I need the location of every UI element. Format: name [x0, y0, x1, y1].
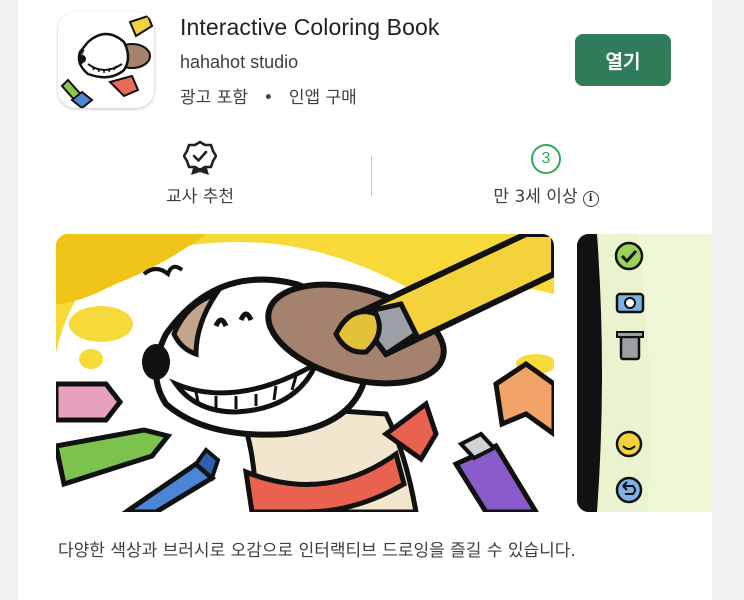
app-description: 다양한 색상과 브러시로 오감으로 인터랙티브 드로잉을 즐길 수 있습니다.	[58, 541, 576, 561]
camera-icon[interactable]	[615, 292, 645, 314]
screenshot-2[interactable]	[577, 234, 712, 512]
app-card: Interactive Coloring Book hahahot studio…	[18, 0, 712, 600]
app-meta: 광고 포함 • 인앱 구매	[180, 83, 357, 108]
check-circle-icon[interactable]	[614, 241, 644, 271]
app-icon[interactable]	[58, 12, 154, 108]
trash-icon[interactable]	[616, 331, 644, 361]
developer-name[interactable]: hahahot studio	[180, 52, 298, 73]
open-button[interactable]: 열기	[575, 34, 671, 86]
meta-separator: •	[263, 88, 274, 108]
app-title: Interactive Coloring Book	[180, 14, 440, 40]
info-divider	[371, 156, 372, 196]
undo-icon[interactable]	[615, 476, 643, 504]
smiley-icon[interactable]	[615, 430, 643, 458]
in-app-purchases-label: 인앱 구매	[288, 88, 357, 108]
coloring-dog-illustration	[56, 234, 554, 512]
age-rating-label: 만 3세 이상	[493, 187, 578, 207]
dog-illustration-icon	[58, 12, 154, 108]
info-circle-icon[interactable]: i	[582, 191, 599, 207]
contains-ads-label: 광고 포함	[180, 88, 248, 108]
coloring-app-toolbar-preview	[577, 234, 712, 512]
teacher-approved-label: 교사 추천	[166, 187, 234, 207]
age-rating-badge: 3	[531, 144, 561, 174]
teacher-approved[interactable]: 교사 추천	[130, 140, 270, 207]
age-rating[interactable]: 3 만 3세 이상 i	[466, 140, 626, 207]
screenshot-1[interactable]	[56, 234, 554, 512]
badge-check-icon	[183, 140, 217, 175]
